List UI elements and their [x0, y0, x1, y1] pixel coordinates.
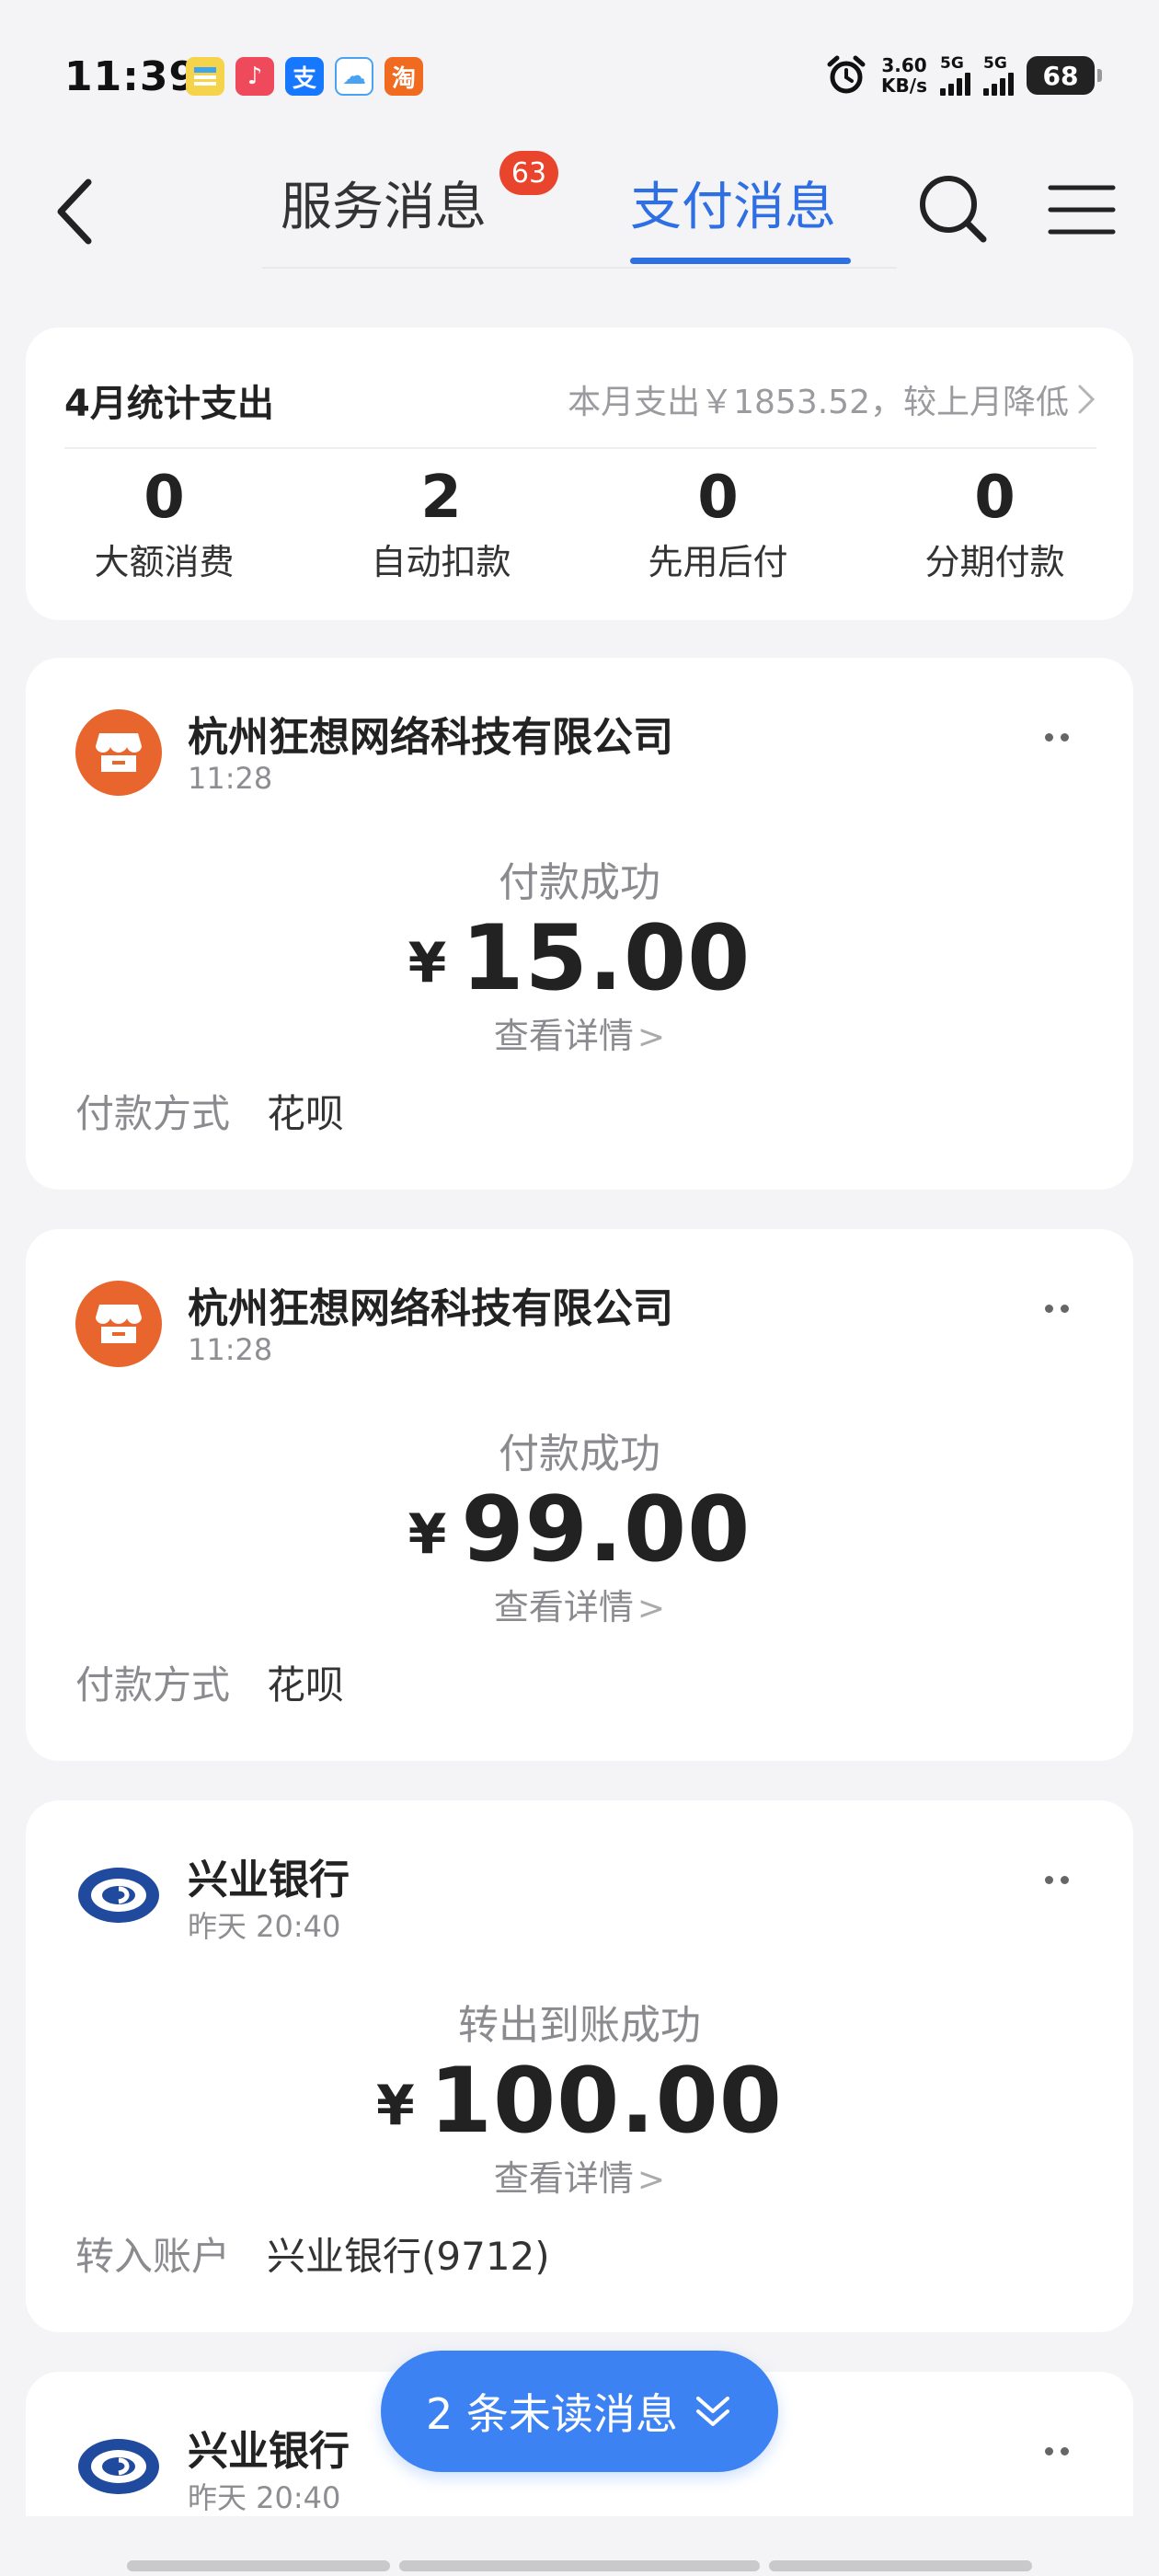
transfer-message-card[interactable]: 兴业银行 昨天 20:40 转出到账成功 ¥100.00 查看详情 > 转入账户 …: [26, 1800, 1133, 2332]
monthly-summary-card[interactable]: 4月统计支出 本月支出￥1853.52，较上月降低 0 大额消费 2 自动扣款 …: [26, 328, 1133, 620]
chevron-right-icon: [1078, 385, 1096, 414]
battery-icon: 68: [1027, 56, 1102, 95]
status-time: 11:39: [64, 53, 199, 100]
merchant-name: 兴业银行: [188, 2428, 350, 2475]
tab-payment-messages[interactable]: 支付消息: [630, 166, 836, 240]
status-right: 3.60 KB/s 5G 5G 68: [824, 53, 1102, 98]
signal-1: 5G: [940, 55, 970, 96]
payment-message-card[interactable]: 杭州狂想网络科技有限公司 11:28 付款成功 ¥15.00 查看详情 > 付款方…: [26, 658, 1133, 1190]
payment-method-label: 付款方式: [75, 1091, 231, 1136]
merchant-name: 兴业银行: [188, 1857, 350, 1903]
view-details-link[interactable]: 查看详情 >: [26, 1579, 1133, 1629]
gesture-bar-segment: [399, 2560, 760, 2571]
payment-status: 付款成功: [499, 859, 660, 906]
status-bar: 11:39 ♪ 支 ☁ 淘 3.60 KB/s 5G 5G 68: [0, 0, 1159, 138]
cib-bank-logo-icon: [75, 2423, 162, 2510]
summary-note[interactable]: 本月支出￥1853.52，较上月降低: [568, 375, 1096, 423]
message-time: 昨天 20:40: [188, 2480, 341, 2515]
more-options-icon[interactable]: [1045, 2447, 1069, 2455]
stat-large-spending[interactable]: 0 大额消费: [26, 456, 303, 585]
stat-pay-later[interactable]: 0 先用后付: [580, 456, 856, 585]
more-options-icon[interactable]: [1045, 733, 1069, 742]
taobao-app-icon: 淘: [384, 57, 423, 96]
message-time: 昨天 20:40: [188, 1909, 341, 1944]
message-time: 11:28: [188, 761, 273, 796]
unread-messages-button[interactable]: 2 条未读消息: [381, 2351, 778, 2472]
signal-bars-icon: [940, 72, 970, 96]
signal-2: 5G: [983, 55, 1014, 96]
payment-method-value: 花呗: [267, 1091, 345, 1136]
message-time: 11:28: [188, 1332, 273, 1367]
double-chevron-down-icon: [695, 2397, 729, 2426]
signal-bars-icon: [983, 72, 1014, 96]
shop-icon: [75, 1281, 162, 1367]
merchant-name: 杭州狂想网络科技有限公司: [188, 1285, 673, 1332]
stat-auto-deduction[interactable]: 2 自动扣款: [303, 456, 580, 585]
chevron-right-icon: >: [637, 1018, 666, 1056]
gesture-bar-segment: [769, 2560, 1032, 2571]
view-details-link[interactable]: 查看详情 >: [26, 1007, 1133, 1058]
divider: [64, 447, 1096, 449]
shop-icon: [75, 709, 162, 796]
more-options-icon[interactable]: [1045, 1305, 1069, 1313]
summary-title: 4月统计支出: [64, 383, 274, 425]
notes-app-icon: [186, 57, 224, 96]
merchant-name: 杭州狂想网络科技有限公司: [188, 714, 673, 761]
payment-amount: ¥99.00: [407, 1478, 752, 1582]
tab-service-messages[interactable]: 服务消息: [281, 166, 487, 240]
transfer-amount: ¥100.00: [376, 2049, 783, 2154]
top-nav: 服务消息 63 支付消息: [0, 138, 1159, 276]
destination-account-value: 兴业银行(9712): [267, 2234, 550, 2279]
more-options-icon[interactable]: [1045, 1876, 1069, 1884]
gesture-bar-segment: [127, 2560, 390, 2571]
stat-installment[interactable]: 0 分期付款: [856, 456, 1133, 585]
unread-badge: 63: [499, 151, 558, 195]
baidu-netdisk-app-icon: ☁: [335, 57, 373, 96]
alipay-app-icon: 支: [285, 57, 324, 96]
payment-method-value: 花呗: [267, 1662, 345, 1708]
cib-bank-logo-icon: [75, 1852, 162, 1938]
view-details-link[interactable]: 查看详情 >: [26, 2150, 1133, 2201]
summary-stats: 0 大额消费 2 自动扣款 0 先用后付 0 分期付款: [26, 456, 1133, 585]
menu-icon[interactable]: [1047, 182, 1117, 237]
payment-method-label: 付款方式: [75, 1662, 231, 1708]
alarm-icon: [827, 55, 866, 94]
tab-divider: [262, 267, 897, 269]
network-speed: 3.60 KB/s: [881, 54, 927, 97]
destination-account-label: 转入账户: [75, 2234, 231, 2279]
chevron-right-icon: >: [637, 1590, 666, 1627]
status-app-icons: ♪ 支 ☁ 淘: [186, 57, 423, 96]
music-app-icon: ♪: [235, 57, 274, 96]
active-tab-indicator: [630, 258, 851, 264]
search-icon[interactable]: [915, 171, 991, 247]
chevron-right-icon: >: [637, 2161, 666, 2199]
back-arrow-icon[interactable]: [46, 175, 110, 248]
payment-status: 付款成功: [499, 1431, 660, 1478]
transfer-status: 转出到账成功: [458, 2002, 701, 2049]
payment-amount: ¥15.00: [407, 906, 752, 1011]
payment-message-card[interactable]: 杭州狂想网络科技有限公司 11:28 付款成功 ¥99.00 查看详情 > 付款方…: [26, 1229, 1133, 1761]
